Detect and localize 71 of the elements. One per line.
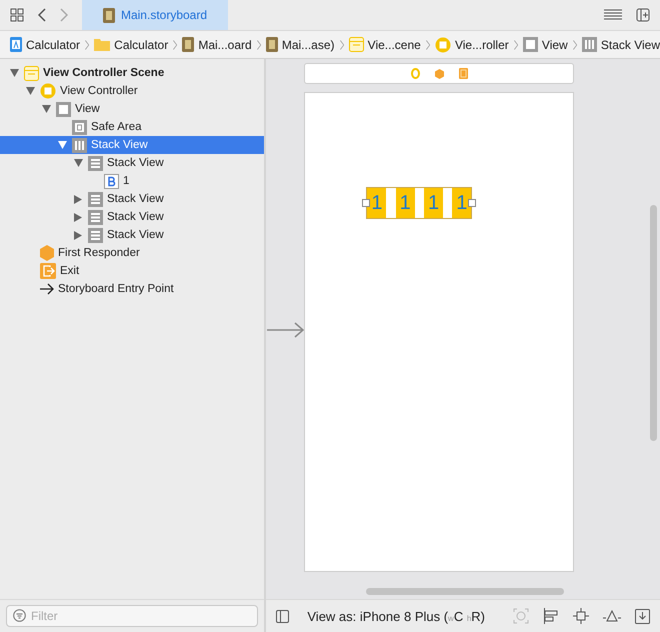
- grid-icon[interactable]: [10, 8, 24, 22]
- outline-row[interactable]: Storyboard Entry Point: [0, 280, 264, 298]
- button-icon: [104, 174, 119, 188]
- view-icon: [522, 37, 538, 52]
- safe-area-icon: [72, 120, 87, 134]
- view-icon: [56, 102, 71, 116]
- breadcrumb-item[interactable]: Mai...oard: [198, 38, 252, 52]
- breadcrumb-item[interactable]: Mai...ase): [282, 38, 335, 52]
- outline-row[interactable]: View Controller Scene: [0, 64, 264, 82]
- breadcrumb-item[interactable]: Vie...roller: [454, 38, 509, 52]
- outline-row[interactable]: Stack View: [0, 190, 264, 208]
- embed-icon[interactable]: [635, 608, 650, 624]
- storyboard-icon: [102, 8, 115, 22]
- lines-icon[interactable]: [604, 9, 622, 21]
- chevron-icon: [85, 38, 90, 52]
- project-icon: [10, 37, 22, 52]
- outline-row[interactable]: Stack View: [0, 208, 264, 226]
- outline-row[interactable]: View: [0, 100, 264, 118]
- stack-view-icon: [88, 210, 103, 224]
- resolve-icon[interactable]: [603, 609, 621, 623]
- storyboard-icon: [182, 37, 194, 52]
- outline-row[interactable]: Stack View: [0, 226, 264, 244]
- resize-handle[interactable]: [362, 199, 370, 207]
- filter-field[interactable]: Filter: [6, 605, 258, 627]
- outline-row[interactable]: Safe Area: [0, 118, 264, 136]
- disclosure-triangle[interactable]: [10, 69, 18, 77]
- disclosure-triangle[interactable]: [74, 159, 82, 167]
- outline-row[interactable]: Exit: [0, 262, 264, 280]
- outline-row[interactable]: Stack View: [0, 136, 264, 154]
- breadcrumb-item[interactable]: Calculator: [114, 38, 168, 52]
- chevron-icon: [426, 38, 430, 52]
- controller-icon: [434, 36, 451, 52]
- outline-row[interactable]: First Responder: [0, 244, 264, 262]
- outline-row[interactable]: View Controller: [0, 82, 264, 100]
- breadcrumb-item[interactable]: Stack View: [600, 38, 660, 52]
- chevron-icon: [256, 38, 261, 52]
- stack-view-icon: [88, 156, 103, 170]
- scene-icon: [348, 37, 364, 52]
- disclosure-triangle[interactable]: [42, 105, 50, 113]
- stack-view-icon: [582, 37, 597, 52]
- resize-handle[interactable]: [468, 199, 476, 207]
- align-icon[interactable]: [543, 608, 559, 624]
- disclosure-triangle[interactable]: [26, 87, 34, 95]
- folder-icon: [94, 38, 110, 51]
- stack-view-icon: [88, 228, 103, 242]
- sidebar-icon[interactable]: [276, 610, 290, 622]
- add-panel-icon[interactable]: [636, 8, 650, 22]
- outline-row[interactable]: 1: [0, 172, 264, 190]
- stack-view-icon: [72, 138, 87, 152]
- entry-arrow: [267, 322, 306, 338]
- pin-icon[interactable]: [573, 608, 589, 624]
- back-icon[interactable]: [38, 8, 46, 22]
- cube-icon: [40, 245, 54, 261]
- outline-row[interactable]: Stack View: [0, 154, 264, 172]
- scrollbar[interactable]: [650, 205, 657, 441]
- chevron-icon: [173, 38, 178, 52]
- scene-icon: [24, 66, 39, 80]
- disclosure-triangle[interactable]: [58, 141, 66, 149]
- arrow-icon: [40, 283, 54, 295]
- scrollbar[interactable]: [366, 588, 564, 595]
- stack-view-icon: [88, 192, 103, 206]
- chevron-icon: [572, 38, 577, 52]
- breadcrumb-item[interactable]: View: [542, 38, 568, 52]
- exit-icon: [40, 263, 56, 279]
- chevron-icon: [340, 38, 344, 52]
- breadcrumb-item[interactable]: Vie...cene: [368, 38, 421, 52]
- storyboard-icon: [266, 37, 278, 52]
- breadcrumb-item[interactable]: Calculator: [26, 38, 80, 52]
- chevron-icon: [514, 38, 518, 52]
- controller-icon: [40, 83, 56, 99]
- editor-tab[interactable]: Main.storyboard: [82, 0, 228, 30]
